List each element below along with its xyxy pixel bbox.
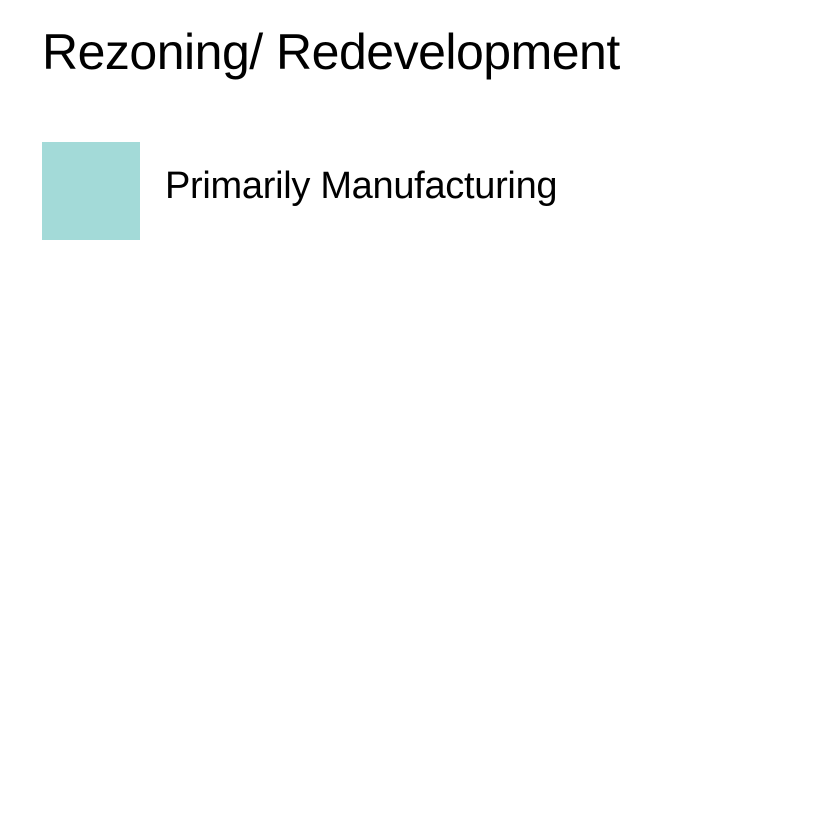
legend-title: Rezoning/ Redevelopment xyxy=(42,24,620,80)
legend-item-primarily-manufacturing: Primarily Manufacturing xyxy=(42,142,558,240)
legend-item-label: Primarily Manufacturing xyxy=(165,165,558,208)
legend-swatch xyxy=(42,142,140,240)
